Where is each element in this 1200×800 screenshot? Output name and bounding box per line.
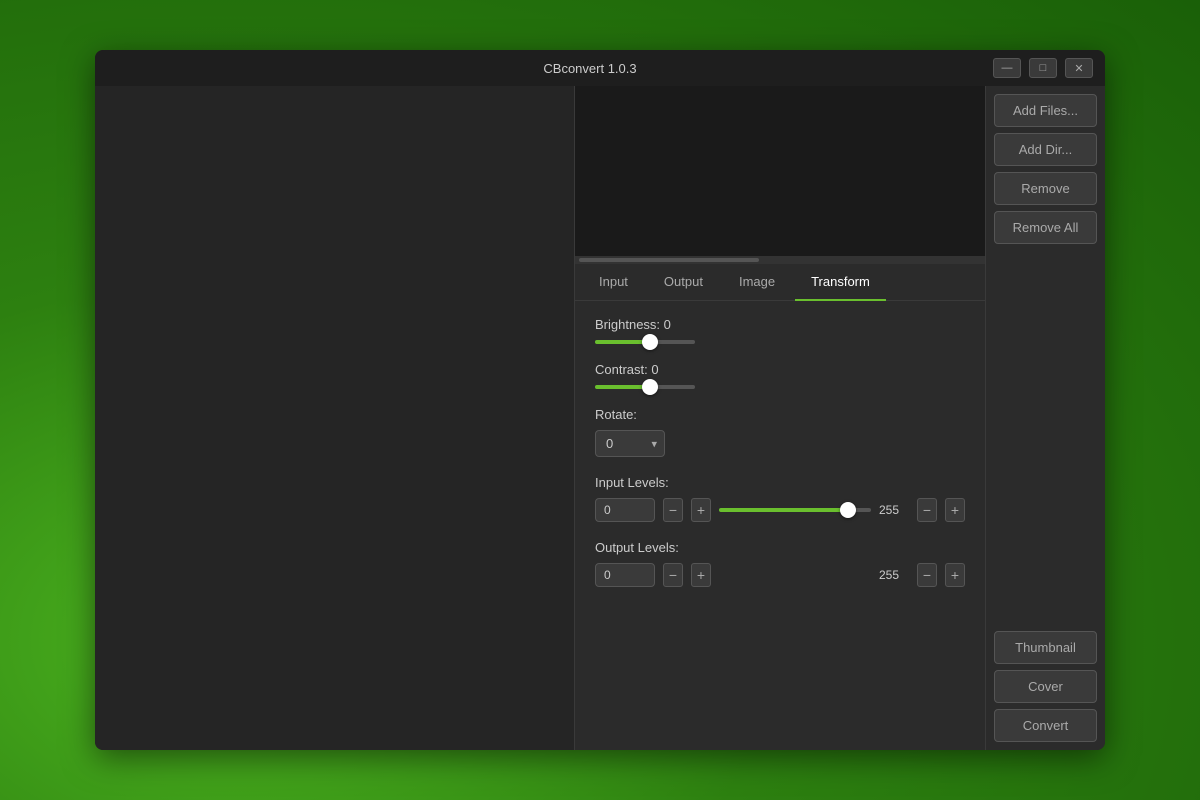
brightness-slider-thumb[interactable] bbox=[642, 334, 658, 350]
window-title: CBconvert 1.0.3 bbox=[187, 61, 993, 76]
sidebar-panel: Add Files... Add Dir... Remove Remove Al… bbox=[985, 86, 1105, 750]
convert-button[interactable]: Convert bbox=[994, 709, 1097, 742]
brightness-slider-container bbox=[595, 340, 965, 344]
input-levels-group: Input Levels: 0 − + 255 − + bbox=[595, 475, 965, 522]
input-levels-row: 0 − + 255 − + bbox=[595, 498, 965, 522]
output-min-decrement[interactable]: − bbox=[663, 563, 683, 587]
input-min-field[interactable]: 0 bbox=[595, 498, 655, 522]
add-dir-button[interactable]: Add Dir... bbox=[994, 133, 1097, 166]
scrollbar-area bbox=[575, 256, 985, 264]
cover-button[interactable]: Cover bbox=[994, 670, 1097, 703]
tab-output[interactable]: Output bbox=[648, 264, 719, 301]
remove-all-button[interactable]: Remove All bbox=[994, 211, 1097, 244]
output-levels-group: Output Levels: 0 − + 255 − + bbox=[595, 540, 965, 587]
close-button[interactable]: ✕ bbox=[1065, 58, 1093, 78]
contrast-slider-container bbox=[595, 385, 965, 389]
output-max-decrement[interactable]: − bbox=[917, 563, 937, 587]
output-min-increment[interactable]: + bbox=[691, 563, 711, 587]
input-max-increment[interactable]: + bbox=[945, 498, 965, 522]
rotate-select[interactable]: 0 90 180 270 bbox=[595, 430, 665, 457]
window-controls: — □ ✕ bbox=[993, 58, 1093, 78]
center-panel: Input Output Image Transform Brightness:… bbox=[575, 86, 985, 750]
preview-area bbox=[575, 86, 985, 256]
rotate-group: Rotate: 0 90 180 270 bbox=[595, 407, 965, 457]
output-max-increment[interactable]: + bbox=[945, 563, 965, 587]
input-max-decrement[interactable]: − bbox=[917, 498, 937, 522]
contrast-label: Contrast: 0 bbox=[595, 362, 965, 377]
contrast-slider-track[interactable] bbox=[595, 385, 695, 389]
sidebar-spacer bbox=[994, 250, 1097, 625]
input-min-decrement[interactable]: − bbox=[663, 498, 683, 522]
brightness-label: Brightness: 0 bbox=[595, 317, 965, 332]
input-levels-slider-track[interactable] bbox=[719, 508, 871, 512]
tab-input[interactable]: Input bbox=[583, 264, 644, 301]
contrast-group: Contrast: 0 bbox=[595, 362, 965, 389]
thumbnail-button[interactable]: Thumbnail bbox=[994, 631, 1097, 664]
remove-button[interactable]: Remove bbox=[994, 172, 1097, 205]
input-max-value: 255 bbox=[879, 503, 909, 517]
minimize-button[interactable]: — bbox=[993, 58, 1021, 78]
output-levels-row: 0 − + 255 − + bbox=[595, 563, 965, 587]
main-content: Input Output Image Transform Brightness:… bbox=[95, 86, 1105, 750]
add-files-button[interactable]: Add Files... bbox=[994, 94, 1097, 127]
file-list-panel bbox=[95, 86, 575, 750]
tabs-bar: Input Output Image Transform bbox=[575, 264, 985, 301]
controls-area: Brightness: 0 Contrast: 0 bbox=[575, 301, 985, 750]
input-levels-slider-thumb[interactable] bbox=[840, 502, 856, 518]
input-min-increment[interactable]: + bbox=[691, 498, 711, 522]
titlebar: CBconvert 1.0.3 — □ ✕ bbox=[95, 50, 1105, 86]
input-levels-label: Input Levels: bbox=[595, 475, 965, 490]
output-max-value: 255 bbox=[879, 568, 909, 582]
rotate-label: Rotate: bbox=[595, 407, 965, 422]
tab-image[interactable]: Image bbox=[723, 264, 791, 301]
output-levels-label: Output Levels: bbox=[595, 540, 965, 555]
maximize-button[interactable]: □ bbox=[1029, 58, 1057, 78]
brightness-slider-track[interactable] bbox=[595, 340, 695, 344]
output-min-field[interactable]: 0 bbox=[595, 563, 655, 587]
brightness-group: Brightness: 0 bbox=[595, 317, 965, 344]
main-window: CBconvert 1.0.3 — □ ✕ Input Output Image… bbox=[95, 50, 1105, 750]
tab-transform[interactable]: Transform bbox=[795, 264, 886, 301]
rotate-select-wrapper: 0 90 180 270 bbox=[595, 430, 665, 457]
contrast-slider-thumb[interactable] bbox=[642, 379, 658, 395]
scrollbar-track[interactable] bbox=[579, 258, 759, 262]
